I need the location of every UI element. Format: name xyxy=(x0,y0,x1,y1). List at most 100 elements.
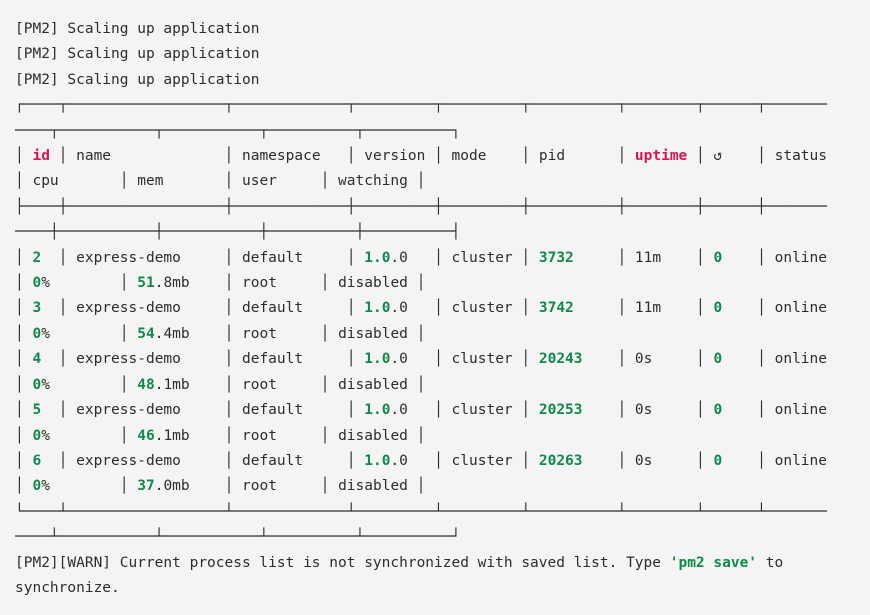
cell-separator: │ xyxy=(15,428,24,444)
version-value: .0 xyxy=(390,300,434,316)
cell-separator: │ xyxy=(225,250,234,266)
cell-separator: │ xyxy=(347,148,356,164)
mode-value: cluster xyxy=(443,351,522,367)
user-value: root xyxy=(233,326,320,342)
version-value: 1.0 xyxy=(356,453,391,469)
table-top-border: ┌────┬──────────────────┬─────────────┬─… xyxy=(15,97,827,138)
cell-separator: │ xyxy=(757,453,766,469)
cell-separator: │ xyxy=(434,148,443,164)
process-row: │ 4 │ express-demo │ default │ 1.0.0 │ c… xyxy=(15,347,829,398)
restarts-value: 0 xyxy=(705,250,757,266)
table-bottom-border: └────┴──────────────────┴─────────────┴─… xyxy=(15,504,827,545)
pm2-info-text: [PM2] Scaling up application xyxy=(15,21,259,37)
namespace-value: default xyxy=(233,402,347,418)
warning-text: [PM2][WARN] Current process list is not … xyxy=(15,555,670,571)
cell-separator: │ xyxy=(617,351,626,367)
user-header: user xyxy=(233,173,320,189)
namespace-value: default xyxy=(233,300,347,316)
cell-separator: │ xyxy=(434,402,443,418)
cell-separator: │ xyxy=(521,250,530,266)
pid-header: pid xyxy=(530,148,617,164)
cell-separator: │ xyxy=(225,148,234,164)
process-row: │ 2 │ express-demo │ default │ 1.0.0 │ c… xyxy=(15,246,829,297)
uptime-header: uptime xyxy=(626,148,696,164)
version-value: 1.0 xyxy=(356,402,391,418)
user-value: root xyxy=(233,478,320,494)
mem-value: .1mb xyxy=(155,377,225,393)
cell-separator: │ xyxy=(225,428,234,444)
cell-separator: │ xyxy=(15,275,24,291)
cell-separator: │ xyxy=(417,478,426,494)
cell-separator: │ xyxy=(15,173,24,189)
mem-value: 51 xyxy=(129,275,155,291)
cpu-value: % xyxy=(41,478,120,494)
restarts-value: 0 xyxy=(705,351,757,367)
cell-separator: │ xyxy=(757,250,766,266)
mem-value: .0mb xyxy=(155,478,225,494)
version-value: 1.0 xyxy=(356,250,391,266)
status-value: online xyxy=(766,453,862,469)
cpu-value: % xyxy=(41,428,120,444)
warning-line: [PM2][WARN] Current process list is not … xyxy=(15,551,829,602)
watching-value: disabled xyxy=(329,377,416,393)
cell-separator: │ xyxy=(617,453,626,469)
name-value: express-demo xyxy=(67,453,224,469)
cell-separator: │ xyxy=(15,326,24,342)
cpu-header: cpu xyxy=(24,173,120,189)
restarts-value: 0 xyxy=(705,453,757,469)
process-row: │ 5 │ express-demo │ default │ 1.0.0 │ c… xyxy=(15,398,829,449)
id-value: 4 xyxy=(24,351,59,367)
watching-value: disabled xyxy=(329,428,416,444)
restarts-value: 0 xyxy=(705,402,757,418)
mode-value: cluster xyxy=(443,402,522,418)
restarts-value: 0 xyxy=(705,300,757,316)
table-top-border: ┌────┬──────────────────┬─────────────┬─… xyxy=(15,93,829,144)
namespace-value: default xyxy=(233,453,347,469)
cell-separator: │ xyxy=(321,173,330,189)
mem-value: 37 xyxy=(129,478,155,494)
status-value: online xyxy=(766,351,862,367)
mem-value: .4mb xyxy=(155,326,225,342)
cell-separator: │ xyxy=(225,351,234,367)
cpu-value: 0 xyxy=(24,478,41,494)
cell-separator: │ xyxy=(225,275,234,291)
user-value: root xyxy=(233,275,320,291)
mem-value: 48 xyxy=(129,377,155,393)
cell-separator: │ xyxy=(417,428,426,444)
cpu-value: 0 xyxy=(24,275,41,291)
namespace-header: namespace xyxy=(233,148,347,164)
version-value: .0 xyxy=(390,351,434,367)
cell-separator: │ xyxy=(15,250,24,266)
watching-value: disabled xyxy=(329,275,416,291)
cell-separator: │ xyxy=(521,351,530,367)
id-header: id xyxy=(24,148,59,164)
cell-separator: │ xyxy=(417,377,426,393)
uptime-value: 0s xyxy=(626,351,696,367)
cell-separator: │ xyxy=(15,300,24,316)
cell-separator: │ xyxy=(696,250,705,266)
pm2-info-line: [PM2] Scaling up application xyxy=(15,68,829,93)
cell-separator: │ xyxy=(617,250,626,266)
namespace-value: default xyxy=(233,351,347,367)
cpu-value: % xyxy=(41,326,120,342)
process-row: │ 3 │ express-demo │ default │ 1.0.0 │ c… xyxy=(15,296,829,347)
pm2-info-line: [PM2] Scaling up application xyxy=(15,17,829,42)
cell-separator: │ xyxy=(225,453,234,469)
version-value: .0 xyxy=(390,402,434,418)
cell-separator: │ xyxy=(617,300,626,316)
pid-value: 20263 xyxy=(530,453,617,469)
pid-value: 3742 xyxy=(530,300,617,316)
cpu-value: 0 xyxy=(24,377,41,393)
version-value: 1.0 xyxy=(356,300,391,316)
namespace-value: default xyxy=(233,250,347,266)
cell-separator: │ xyxy=(521,453,530,469)
pm2-info-line: [PM2] Scaling up application xyxy=(15,42,829,67)
table-separator: ├────┼──────────────────┼─────────────┼─… xyxy=(15,195,829,246)
pid-value: 3732 xyxy=(530,250,617,266)
process-row: │ 6 │ express-demo │ default │ 1.0.0 │ c… xyxy=(15,449,829,500)
cell-separator: │ xyxy=(15,478,24,494)
cell-separator: │ xyxy=(15,453,24,469)
id-value: 3 xyxy=(24,300,59,316)
cell-separator: │ xyxy=(347,351,356,367)
id-value: 6 xyxy=(24,453,59,469)
